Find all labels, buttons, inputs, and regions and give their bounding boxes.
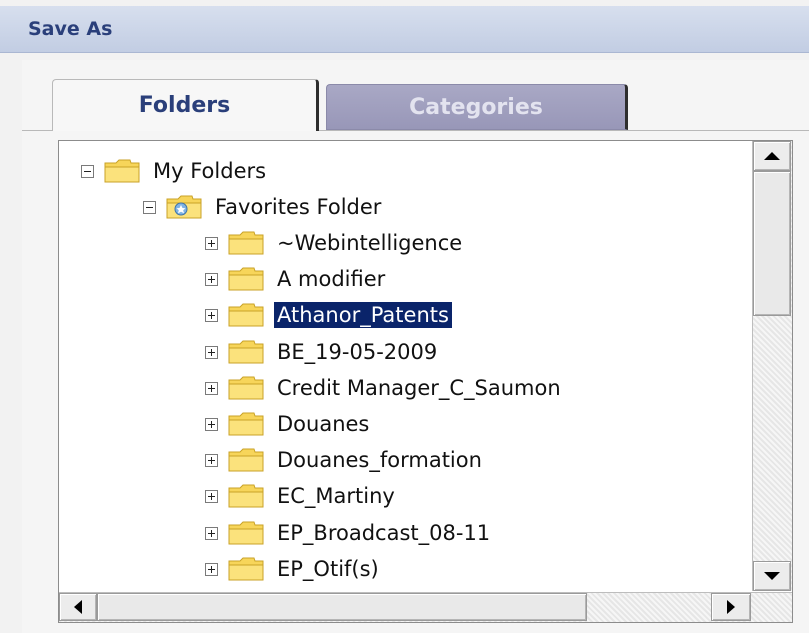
- expand-icon[interactable]: [205, 453, 218, 467]
- tree-node-folder[interactable]: EP_Otif(s): [205, 553, 382, 585]
- expand-icon[interactable]: [205, 272, 218, 286]
- folder-tree: My Folders Favorites Folder ~Webintellig…: [59, 141, 749, 591]
- vertical-scrollbar[interactable]: [752, 141, 792, 591]
- tab-folders[interactable]: Folders: [52, 79, 319, 131]
- tree-node-label: BE_19-05-2009: [277, 340, 438, 364]
- expand-icon[interactable]: [205, 526, 218, 540]
- collapse-icon[interactable]: [143, 200, 156, 214]
- tab-folders-label: Folders: [138, 93, 231, 118]
- expand-icon[interactable]: [205, 489, 218, 503]
- tree-node-label: EC_Martiny: [277, 484, 395, 508]
- folder-icon: [228, 412, 264, 436]
- tree-node-folder[interactable]: EC_Martiny: [205, 480, 398, 512]
- folder-icon: [228, 448, 264, 472]
- tree-node-folder[interactable]: Douanes_formation: [205, 444, 485, 476]
- folder-icon: [228, 484, 264, 508]
- folder-icon: [228, 231, 264, 255]
- favorites-folder-icon: [166, 195, 202, 219]
- horizontal-scrollbar[interactable]: [59, 592, 792, 622]
- tree-node-folder[interactable]: EP_Broadcast_08-11: [205, 517, 493, 549]
- folder-tree-panel: My Folders Favorites Folder ~Webintellig…: [58, 140, 793, 623]
- tree-node-label: Athanor_Patents: [274, 302, 452, 328]
- scroll-right-button[interactable]: [711, 593, 751, 621]
- tab-categories-label: Categories: [409, 94, 543, 120]
- tree-node-favorites-folder[interactable]: Favorites Folder: [143, 191, 384, 223]
- tree-node-folder[interactable]: BE_19-05-2009: [205, 336, 440, 368]
- scroll-up-button[interactable]: [753, 141, 791, 171]
- dialog-title-bar: Save As: [0, 6, 809, 53]
- tree-node-folder[interactable]: Credit Manager_C_Saumon: [205, 372, 564, 404]
- scroll-down-button[interactable]: [753, 561, 791, 591]
- folder-icon: [228, 303, 264, 327]
- expand-icon[interactable]: [205, 417, 218, 431]
- tree-node-label: EP_Otif(s): [277, 557, 379, 581]
- folder-icon: [228, 267, 264, 291]
- tree-node-my-folders[interactable]: My Folders: [81, 155, 269, 187]
- tree-node-folder[interactable]: ~Webintelligence: [205, 227, 465, 259]
- horizontal-scroll-thumb[interactable]: [97, 593, 587, 621]
- expand-icon[interactable]: [205, 236, 218, 250]
- arrow-up-icon: [764, 152, 780, 160]
- expand-icon[interactable]: [205, 345, 218, 359]
- tree-node-label: Douanes_formation: [277, 448, 482, 472]
- tree-node-folder[interactable]: Douanes: [205, 408, 372, 440]
- tree-node-folder[interactable]: Athanor_Patents: [205, 299, 452, 331]
- expand-icon[interactable]: [205, 308, 218, 322]
- tree-node-label: A modifier: [277, 267, 386, 291]
- folder-icon: [104, 159, 140, 183]
- dialog-title: Save As: [28, 18, 113, 40]
- arrow-left-icon: [74, 600, 82, 614]
- expand-icon[interactable]: [205, 562, 218, 576]
- arrow-right-icon: [727, 600, 735, 614]
- vertical-scroll-thumb[interactable]: [753, 171, 791, 316]
- folder-icon: [228, 557, 264, 581]
- arrow-down-icon: [764, 572, 780, 580]
- folder-icon: [228, 521, 264, 545]
- tree-node-label: Credit Manager_C_Saumon: [277, 376, 561, 400]
- collapse-icon[interactable]: [81, 164, 94, 178]
- tab-categories[interactable]: Categories: [326, 84, 628, 130]
- tree-node-label: Douanes: [277, 412, 370, 436]
- folder-icon: [228, 376, 264, 400]
- tree-node-label: My Folders: [153, 159, 267, 183]
- tree-node-label: EP_Broadcast_08-11: [277, 521, 491, 545]
- tree-node-label: ~Webintelligence: [277, 231, 463, 255]
- expand-icon[interactable]: [205, 381, 218, 395]
- scroll-left-button[interactable]: [59, 593, 97, 621]
- tree-node-label: Favorites Folder: [215, 195, 382, 219]
- folder-icon: [228, 340, 264, 364]
- tree-node-folder[interactable]: A modifier: [205, 263, 388, 295]
